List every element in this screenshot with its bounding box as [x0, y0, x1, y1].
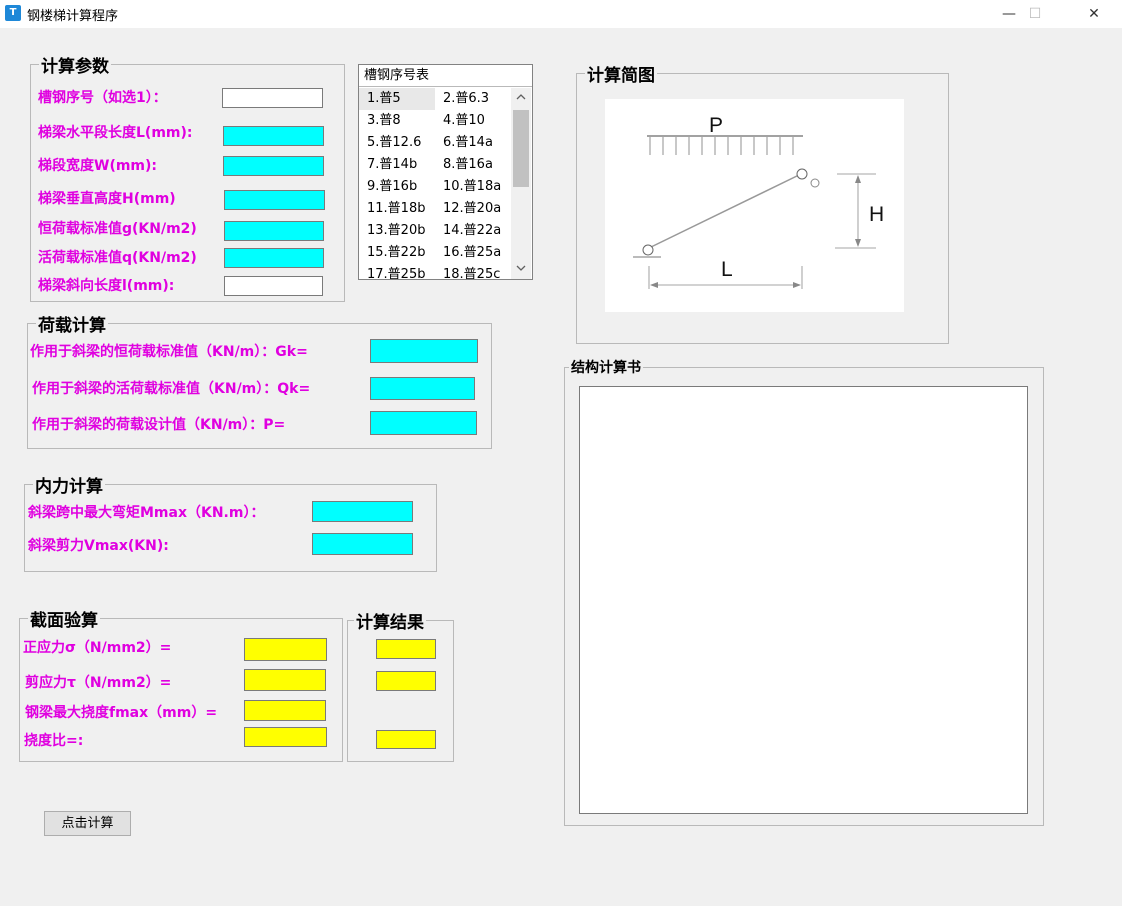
calculate-button[interactable]: 点击计算: [44, 811, 131, 836]
app-icon: T: [5, 5, 21, 21]
width-W-input[interactable]: [223, 156, 324, 176]
Gk-label: 作用于斜梁的恒荷载标准值（KN/m）：Gk=: [30, 344, 308, 360]
Vmax-output[interactable]: [312, 533, 413, 555]
window-title: 钢楼梯计算程序: [27, 9, 119, 24]
Vmax-label: 斜梁剪力Vmax(KN):: [28, 538, 169, 554]
Mmax-output[interactable]: [312, 501, 413, 522]
internal-force-group: 内力计算: [24, 472, 437, 572]
result-sigma-output[interactable]: [376, 639, 436, 659]
dead-load-g-input[interactable]: [224, 221, 324, 241]
result-tau-output[interactable]: [376, 671, 436, 691]
sigma-output[interactable]: [244, 638, 327, 661]
incline-l-label: 梯梁斜向长度l(mm):: [38, 278, 175, 294]
Qk-label: 作用于斜梁的活荷载标准值（KN/m）：Qk=: [32, 381, 311, 397]
tau-label: 剪应力τ（N/mm2）=: [25, 675, 172, 691]
length-L-input[interactable]: [223, 126, 324, 146]
sigma-label: 正应力σ（N/mm2）=: [23, 640, 172, 656]
fmax-output[interactable]: [244, 700, 326, 721]
height-H-input[interactable]: [224, 190, 325, 210]
list-item[interactable]: 3.普8 4.普10: [359, 110, 511, 132]
load-P-label: P: [709, 114, 723, 137]
calc-diagram: P H L: [605, 99, 904, 312]
length-L-label: 梯梁水平段长度L(mm):: [38, 125, 193, 141]
height-H-label: 梯梁垂直高度H(mm): [38, 191, 176, 207]
ratio-output[interactable]: [244, 727, 327, 747]
beam-diagram-svg: P H L: [633, 114, 884, 289]
channel-no-input[interactable]: [222, 88, 323, 108]
dead-load-g-label: 恒荷载标准值g(KN/m2): [38, 221, 197, 237]
pin-support-icon: [642, 244, 654, 256]
list-item[interactable]: 1.普5 2.普6.3: [359, 88, 511, 110]
list-item[interactable]: 5.普12.6 6.普14a: [359, 132, 511, 154]
roller-support-icon: [796, 168, 808, 180]
channel-table-body[interactable]: 1.普5 2.普6.3 3.普8 4.普10 5.普12.6 6.普14a 7.普14…: [359, 88, 511, 279]
list-item[interactable]: 7.普14b 8.普16a: [359, 154, 511, 176]
title-bar: T 钢楼梯计算程序 — ☐ ✕: [0, 0, 1122, 28]
live-load-q-input[interactable]: [224, 248, 324, 268]
sketch-legend: 计算简图: [587, 66, 655, 86]
list-item[interactable]: 13.普20b 14.普22a: [359, 220, 511, 242]
close-button[interactable]: ✕: [1071, 0, 1117, 28]
listbox-scrollbar[interactable]: [511, 88, 531, 279]
tau-output[interactable]: [244, 669, 326, 691]
channel-table-title: 槽钢序号表: [359, 65, 532, 87]
list-item[interactable]: 17.普25b 18.普25c: [359, 264, 511, 279]
list-item[interactable]: 11.普18b 12.普20a: [359, 198, 511, 220]
scroll-up-icon[interactable]: [516, 94, 526, 100]
P-output[interactable]: [370, 411, 477, 435]
ratio-label: 挠度比=:: [24, 733, 84, 749]
Mmax-label: 斜梁跨中最大弯矩Mmax（KN.m）：: [28, 505, 265, 521]
P-label: 作用于斜梁的荷载设计值（KN/m）：P=: [32, 417, 286, 433]
section-check-legend: 截面验算: [30, 611, 98, 631]
width-W-label: 梯段宽度W(mm):: [38, 158, 158, 174]
height-H-dim-label: H: [869, 203, 884, 226]
report-textarea[interactable]: [579, 386, 1028, 814]
live-load-q-label: 活荷载标准值q(KN/m2): [38, 250, 197, 266]
load-legend: 荷载计算: [38, 316, 106, 336]
params-legend: 计算参数: [41, 57, 109, 77]
report-legend: 结构计算书: [571, 360, 641, 376]
Gk-output[interactable]: [370, 339, 478, 363]
Qk-output[interactable]: [370, 377, 475, 400]
channel-no-label: 槽钢序号（如选1）：: [38, 90, 167, 106]
maximize-button[interactable]: ☐: [1012, 0, 1058, 28]
channel-table-listbox[interactable]: 槽钢序号表 1.普5 2.普6.3 3.普8 4.普10 5.普12.6 6.普14a…: [358, 64, 533, 280]
list-item[interactable]: 9.普16b 10.普18a: [359, 176, 511, 198]
list-item[interactable]: 15.普22b 16.普25a: [359, 242, 511, 264]
scroll-thumb[interactable]: [513, 110, 529, 187]
result-legend: 计算结果: [356, 613, 424, 633]
scroll-down-icon[interactable]: [516, 265, 526, 271]
internal-force-legend: 内力计算: [35, 477, 103, 497]
fmax-label: 钢梁最大挠度fmax（mm）=: [25, 705, 218, 721]
result-ratio-output[interactable]: [376, 730, 436, 749]
length-L-dim-label: L: [721, 258, 733, 281]
incline-l-input[interactable]: [224, 276, 323, 296]
